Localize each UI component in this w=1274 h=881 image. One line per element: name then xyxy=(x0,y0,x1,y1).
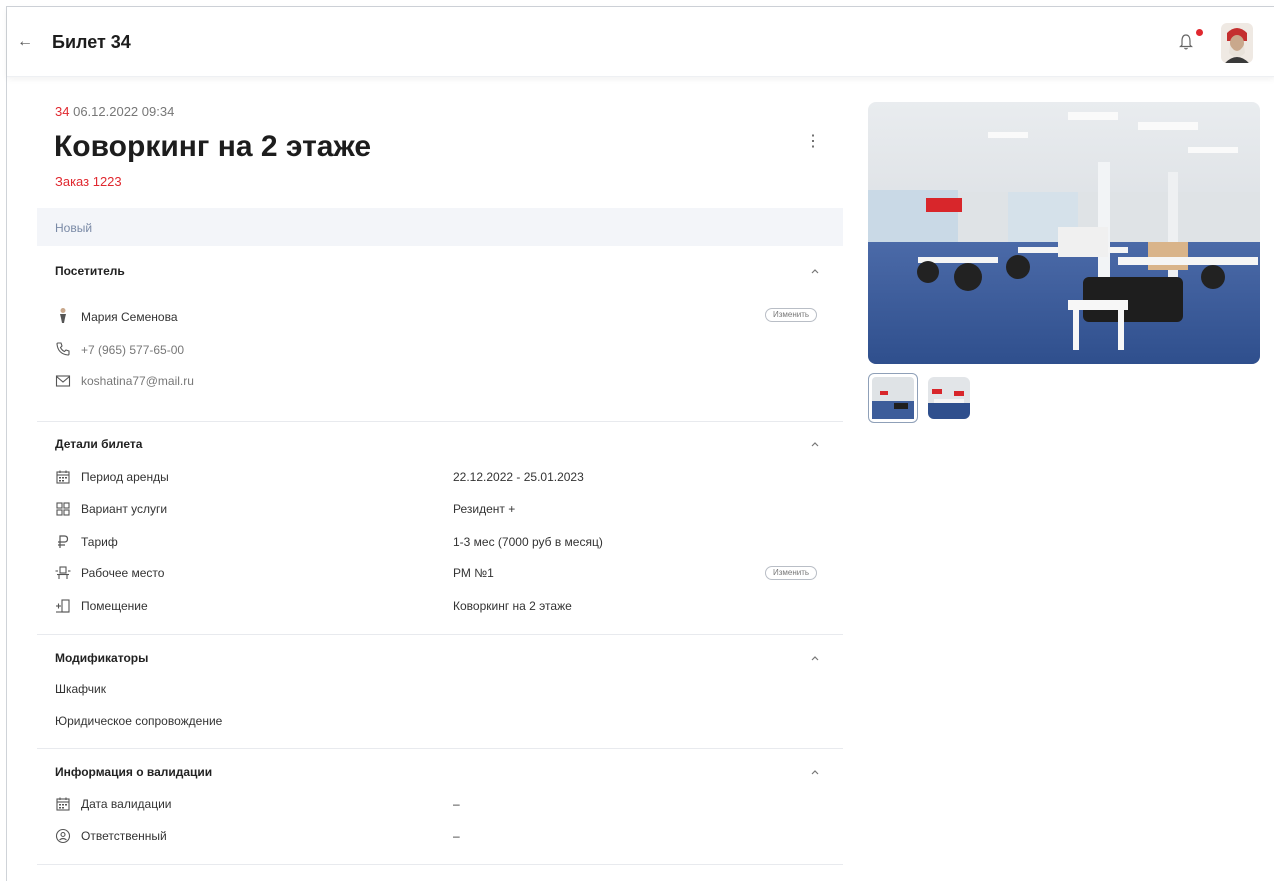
chevron-up-icon[interactable] xyxy=(809,652,821,664)
calendar-icon xyxy=(56,797,70,811)
details-section-title: Детали билета xyxy=(55,437,143,451)
workplace-icon xyxy=(55,566,71,579)
change-visitor-button[interactable]: Изменить xyxy=(765,308,818,322)
validation-section-title: Информация о валидации xyxy=(55,765,213,779)
validation-value-date: – xyxy=(453,797,460,811)
validation-label-responsible: Ответственный xyxy=(81,829,167,843)
chevron-up-icon[interactable] xyxy=(809,265,821,277)
ticket-number: 34 xyxy=(55,104,70,119)
detail-value-workplace: РМ №1 xyxy=(453,566,494,580)
more-vertical-icon[interactable]: ⋮ xyxy=(805,134,821,150)
bell-icon[interactable] xyxy=(1178,33,1194,51)
arrow-left-icon[interactable]: ← xyxy=(17,33,33,51)
modifier-item: Юридическое сопровождение xyxy=(55,714,223,728)
room-photo[interactable] xyxy=(868,102,1260,364)
divider xyxy=(37,421,843,422)
visitor-name: Мария Семенова xyxy=(81,310,178,324)
user-circle-icon xyxy=(55,828,71,844)
ticket-title: Коворкинг на 2 этаже xyxy=(54,130,372,163)
detail-value-room: Коворкинг на 2 этаже xyxy=(453,599,572,613)
validation-value-responsible: – xyxy=(453,829,460,843)
modifier-item: Шкафчик xyxy=(55,682,106,696)
detail-label-tariff: Тариф xyxy=(81,535,118,549)
visitor-phone: +7 (965) 577-65-00 xyxy=(81,343,185,357)
top-bar: ← Билет 34 xyxy=(7,7,1274,77)
visitor-email: koshatina77@mail.ru xyxy=(81,374,194,388)
mail-icon xyxy=(55,375,71,387)
detail-value-tariff: 1-3 мес (7000 руб в месяц) xyxy=(453,535,603,549)
grid-icon xyxy=(56,502,70,516)
divider xyxy=(37,634,843,635)
divider xyxy=(37,864,843,865)
door-icon xyxy=(56,599,70,613)
ticket-meta: 34 06.12.2022 09:34 xyxy=(55,104,174,119)
photo-thumbnail[interactable] xyxy=(928,377,970,419)
status-label: Новый xyxy=(55,221,93,235)
detail-label-service: Вариант услуги xyxy=(81,502,168,516)
chevron-up-icon[interactable] xyxy=(809,766,821,778)
photo-thumbnail[interactable] xyxy=(868,373,918,423)
detail-label-room: Помещение xyxy=(81,599,148,613)
visitor-section-title: Посетитель xyxy=(55,264,125,278)
detail-value-service: Резидент + xyxy=(453,502,516,516)
detail-label-period: Период аренды xyxy=(81,470,169,484)
notification-dot xyxy=(1196,29,1203,36)
modifiers-section-title: Модификаторы xyxy=(55,651,149,665)
divider xyxy=(37,748,843,749)
detail-value-period: 22.12.2022 - 25.01.2023 xyxy=(453,470,584,484)
page-title: Билет 34 xyxy=(52,32,131,52)
status-badge: Новый xyxy=(37,208,843,246)
person-icon xyxy=(60,308,66,323)
ticket-datetime: 06.12.2022 09:34 xyxy=(73,104,175,119)
phone-icon xyxy=(56,342,70,356)
detail-label-workplace: Рабочее место xyxy=(81,566,165,580)
validation-label-date: Дата валидации xyxy=(81,797,172,811)
order-link[interactable]: Заказ 1223 xyxy=(55,174,122,189)
avatar[interactable] xyxy=(1221,23,1253,63)
app-frame: ← Билет 34 34 06.12.2022 09:34 Коворкинг… xyxy=(6,6,1274,881)
ruble-icon xyxy=(58,535,69,548)
change-workplace-button[interactable]: Изменить xyxy=(765,566,818,580)
chevron-up-icon[interactable] xyxy=(809,438,821,450)
calendar-icon xyxy=(56,470,70,484)
